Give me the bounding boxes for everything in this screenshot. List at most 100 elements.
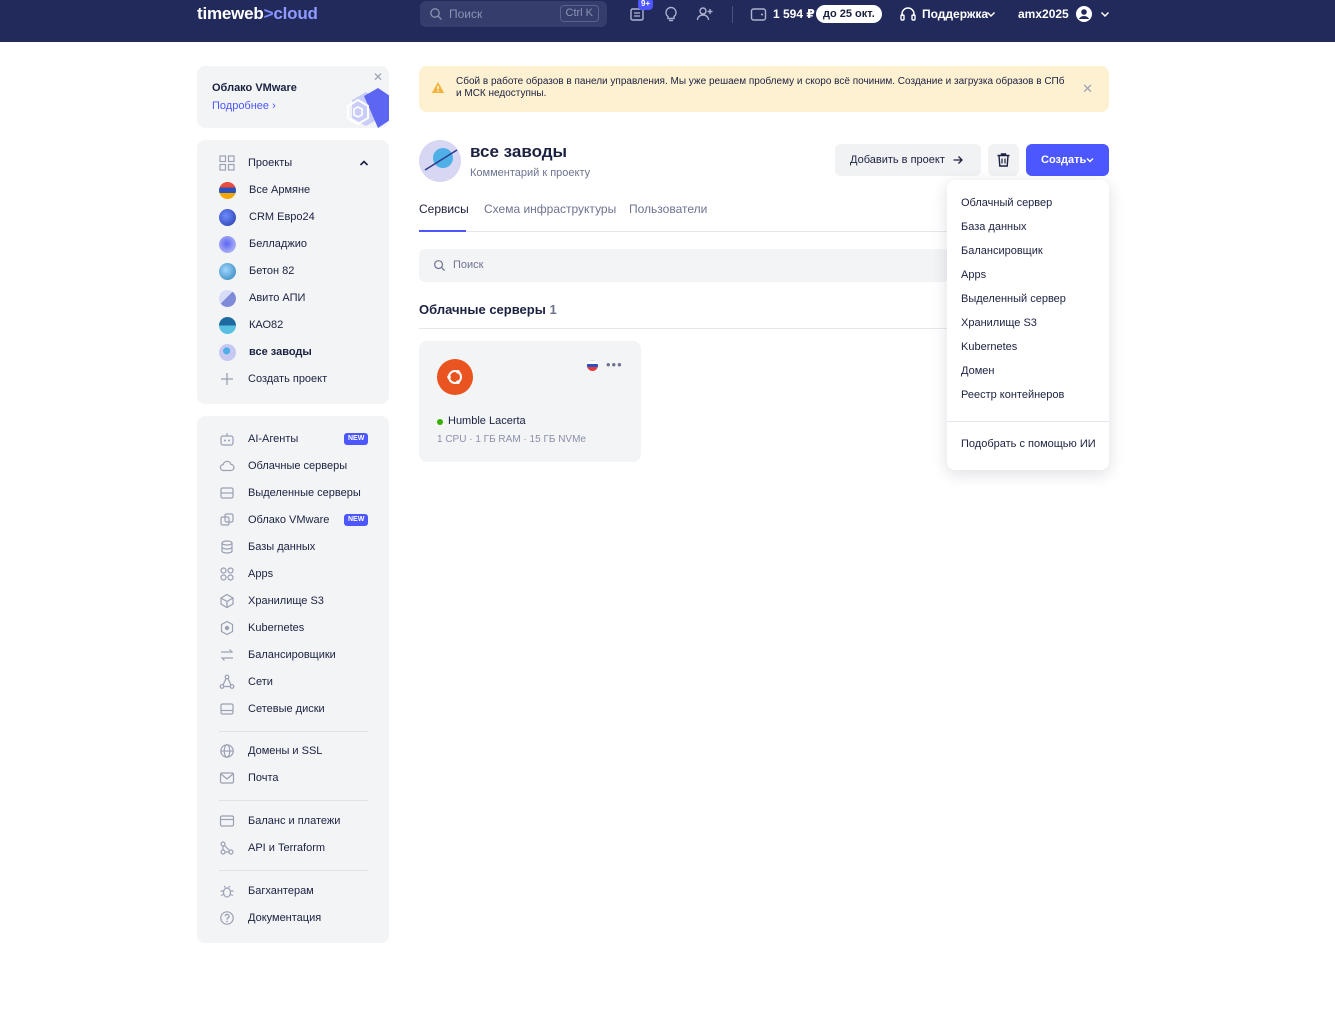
nav-item-networks[interactable]: Сети (219, 672, 273, 692)
logo-main: timeweb (197, 4, 264, 23)
chevron-down-icon[interactable] (985, 8, 997, 20)
delete-project-button[interactable] (988, 144, 1019, 176)
server-spec: 1 CPU · 1 ГБ RAM · 15 ГБ NVMe (437, 434, 586, 445)
globe-icon (220, 744, 234, 758)
nav-item-mail[interactable]: Почта (219, 768, 279, 788)
support-menu[interactable]: Поддержка (922, 7, 988, 21)
avatar-icon[interactable] (1075, 5, 1093, 23)
nav-item-dedicated-servers[interactable]: Выделенные серверы (219, 483, 361, 503)
tab-users[interactable]: Пользователи (629, 202, 707, 216)
notifications-badge: 9+ (638, 0, 654, 10)
top-bar: timeweb>cloud Поиск Ctrl K 9+ 1 594 ₽ до… (0, 0, 1335, 42)
menu-item-s3[interactable]: Хранилище S3 (961, 317, 1037, 329)
project-item-vse-zavody[interactable]: все заводы (219, 342, 312, 362)
balance-amount[interactable]: 1 594 ₽ (773, 7, 815, 21)
nav-label: Домены и SSL (248, 745, 323, 757)
projects-header[interactable]: Проекты (219, 153, 292, 173)
menu-item-container-registry[interactable]: Реестр контейнеров (961, 389, 1064, 401)
project-avatar (219, 181, 236, 199)
more-options-icon[interactable]: ••• (606, 357, 623, 372)
chevron-down-icon[interactable] (1099, 8, 1111, 20)
project-avatar (219, 235, 236, 253)
project-item-avito-api[interactable]: Авито АПИ (219, 288, 305, 308)
project-avatar (219, 289, 236, 307)
search-icon (430, 8, 442, 20)
vmware-illustration-icon (347, 88, 389, 128)
project-avatar (219, 208, 236, 226)
project-item-crm-evro24[interactable]: CRM Евро24 (219, 207, 315, 227)
server-card[interactable]: ••• Humble Lacerta 1 CPU · 1 ГБ RAM · 15… (419, 341, 641, 462)
nav-item-databases[interactable]: Базы данных (219, 537, 315, 557)
payment-due-badge[interactable]: до 25 окт. (816, 5, 882, 23)
lightbulb-icon[interactable] (662, 5, 680, 23)
create-dropdown-menu: Облачный сервер База данных Балансировщи… (947, 180, 1109, 470)
nav-item-s3[interactable]: Хранилище S3 (219, 591, 324, 611)
nav-item-ai-agents[interactable]: AI-Агенты (219, 429, 298, 449)
nav-label: Kubernetes (248, 622, 305, 634)
tab-infrastructure[interactable]: Схема инфраструктуры (484, 202, 616, 216)
project-label: Белладжио (249, 238, 307, 250)
promo-title: Облако VMware (212, 82, 297, 94)
add-user-icon[interactable] (696, 5, 714, 23)
nav-item-apps[interactable]: Apps (219, 564, 273, 584)
header-divider (732, 6, 733, 23)
status-indicator (437, 419, 443, 425)
project-item-vse-armyane[interactable]: Все Армяне (219, 180, 310, 200)
nav-item-api[interactable]: API и Terraform (219, 838, 325, 858)
menu-item-balancer[interactable]: Балансировщик (961, 245, 1043, 257)
menu-item-ai-pick[interactable]: Подобрать с помощью ИИ (961, 438, 1096, 450)
nav-label: Почта (248, 772, 279, 784)
create-project-button[interactable]: Создать проект (219, 369, 327, 389)
user-menu[interactable]: amx2025 (1018, 7, 1069, 21)
menu-item-domain[interactable]: Домен (961, 365, 994, 377)
chevron-up-icon[interactable] (358, 157, 370, 169)
search-shortcut: Ctrl K (559, 5, 599, 22)
nav-item-docs[interactable]: Документация (219, 908, 321, 928)
apps-icon (220, 567, 234, 581)
services-search-input[interactable]: Поиск (419, 249, 949, 282)
promo-link[interactable]: Подробнее › (212, 100, 276, 112)
menu-item-apps[interactable]: Apps (961, 269, 986, 281)
nav-item-billing[interactable]: Баланс и платежи (219, 811, 340, 831)
menu-item-dedicated-server[interactable]: Выделенный сервер (961, 293, 1066, 305)
project-label: КАО82 (249, 319, 284, 331)
menu-item-database[interactable]: База данных (961, 221, 1027, 233)
menu-item-cloud-server[interactable]: Облачный сервер (961, 197, 1052, 209)
nav-label: Документация (248, 912, 322, 924)
nav-item-vmware[interactable]: Облако VMware (219, 510, 329, 530)
search-input[interactable]: Поиск Ctrl K (420, 1, 607, 27)
close-icon[interactable]: ✕ (1082, 81, 1093, 97)
nav-label: Балансировщики (248, 649, 336, 661)
project-item-beton82[interactable]: Бетон 82 (219, 261, 294, 281)
project-avatar (219, 262, 236, 280)
nav-item-cloud-servers[interactable]: Облачные серверы (219, 456, 347, 476)
section-title-text: Облачные серверы (419, 302, 546, 317)
nav-item-balancers[interactable]: Балансировщики (219, 645, 336, 665)
logo-arrow: > (263, 4, 274, 23)
add-to-project-button[interactable]: Добавить в проект (835, 144, 981, 176)
create-button[interactable]: Создать (1026, 144, 1109, 176)
project-item-kao82[interactable]: КАО82 (219, 315, 283, 335)
vmware-promo[interactable]: Облако VMware Подробнее › ✕ (197, 66, 389, 128)
menu-item-kubernetes[interactable]: Kubernetes (961, 341, 1017, 353)
nav-label: Выделенные серверы (248, 487, 361, 499)
tabs-divider (419, 231, 949, 232)
help-icon (220, 911, 234, 925)
close-icon[interactable]: ✕ (373, 70, 383, 84)
wallet-icon[interactable] (750, 5, 768, 23)
tab-services[interactable]: Сервисы (419, 202, 469, 216)
card-icon (219, 815, 235, 827)
nav-item-bughunters[interactable]: Багхантерам (219, 881, 314, 901)
section-count: 1 (549, 302, 557, 317)
projects-panel: Проекты Все Армяне CRM Евро24 Белладжио … (197, 140, 389, 404)
logo[interactable]: timeweb>cloud (197, 4, 318, 24)
nav-item-network-disks[interactable]: Сетевые диски (219, 699, 325, 719)
project-item-belladzhio[interactable]: Белладжио (219, 234, 307, 254)
grid-icon (219, 155, 235, 171)
nav-divider (219, 731, 368, 732)
nav-item-kubernetes[interactable]: Kubernetes (219, 618, 304, 638)
project-comment[interactable]: Комментарий к проекту (470, 167, 590, 179)
search-placeholder: Поиск (449, 7, 483, 21)
nav-item-domains[interactable]: Домены и SSL (219, 741, 322, 761)
server-name[interactable]: Humble Lacerta (448, 415, 526, 427)
